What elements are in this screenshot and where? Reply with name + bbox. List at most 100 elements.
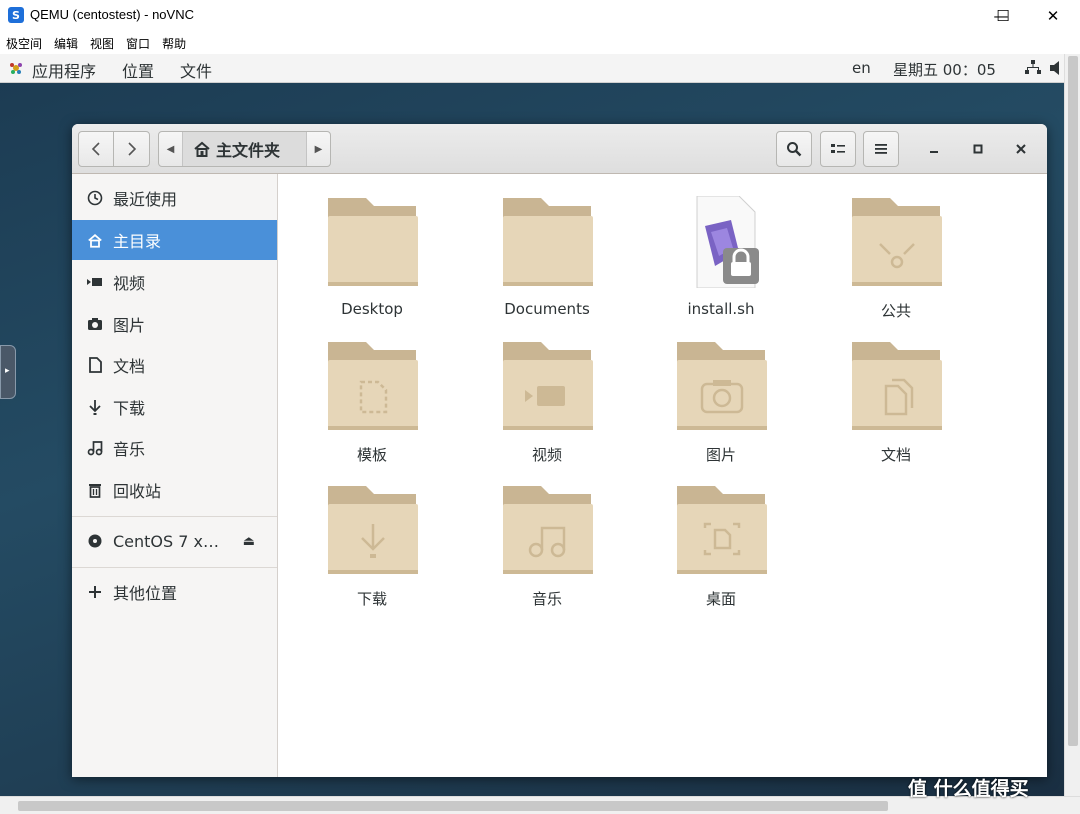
file-item-public[interactable]: 公共 [836,196,956,326]
input-language[interactable]: en [852,59,871,77]
path-home-button[interactable]: 主文件夹 [183,132,306,166]
sidebar-item-label: 最近使用 [113,190,178,209]
sidebar-item-trash[interactable]: 回收站 [72,470,277,510]
host-titlebar: S QEMU (centostest) - noVNC — ☐ ✕ [0,0,1080,32]
scrollbar-thumb[interactable] [1068,56,1078,746]
sidebar-item-label: 图片 [113,316,146,335]
window-close-button[interactable] [1008,136,1034,162]
plus-icon [86,583,104,601]
eject-icon[interactable]: ⏏ [243,534,255,549]
sidebar-item-home[interactable]: 主目录 [72,220,277,260]
file-item-label: Documents [504,300,590,318]
gnome-foot-icon [10,63,22,74]
file-item-desktop-cn[interactable]: 桌面 [661,484,781,614]
watermark: 值 什么值得买 [908,772,1078,802]
file-item-label: 模板 [356,446,387,464]
file-grid: Desktop Documents install.sh 公共 模板 视频 图片… [278,174,1047,777]
scrollbar-thumb[interactable] [18,801,888,811]
clock[interactable]: 星期五 00：05 [893,59,996,80]
menu-item-help[interactable]: 帮助 [162,35,186,52]
camera-icon [86,315,104,333]
volume-icon[interactable] [1050,61,1064,75]
view-toggle-button[interactable] [820,131,856,167]
menu-item-view[interactable]: 视图 [90,35,114,52]
back-button[interactable] [78,131,114,167]
folder-share-icon [852,198,942,286]
folder-template-icon [328,342,418,430]
music-icon [86,439,104,457]
window-maximize-button[interactable] [965,136,991,162]
file-item-label: 视频 [531,446,562,464]
sidebar-item-label: 下载 [113,399,146,418]
window-minimize-button[interactable] [921,136,947,162]
sidebar-item-other-locations[interactable]: 其他位置 [72,572,277,612]
headerbar: ◀ 主文件夹 ▶ [72,124,1047,174]
places-sidebar: 最近使用 主目录 视频 图片 文档 下载 音乐 回收站 CentOS 7 x… … [72,174,278,777]
disc-icon [86,532,104,550]
forward-button[interactable] [113,131,150,167]
file-item-desktop[interactable]: Desktop [312,196,432,326]
search-button[interactable] [776,131,812,167]
file-item-label: Desktop [341,300,403,318]
path-label: 主文件夹 [216,141,281,160]
file-item-label: install.sh [687,300,755,318]
folder-icon [503,198,593,286]
file-item-documents[interactable]: Documents [487,196,607,326]
search-icon [787,142,802,157]
file-item-videos[interactable]: 视频 [487,340,607,470]
sidebar-item-recent[interactable]: 最近使用 [72,178,277,218]
folder-video-icon [503,342,593,430]
file-item-downloads[interactable]: 下载 [312,484,432,614]
chevron-right-icon [127,142,136,156]
sidebar-item-music[interactable]: 音乐 [72,428,277,468]
file-item-pictures[interactable]: 图片 [661,340,781,470]
file-item-templates[interactable]: 模板 [312,340,432,470]
sidebar-item-label: 其他位置 [113,584,178,603]
download-icon [86,398,104,416]
clock-icon [86,189,104,207]
network-icon[interactable] [1024,60,1042,76]
menu-item-window[interactable]: 窗口 [126,35,150,52]
places-menu[interactable]: 位置 [122,58,154,82]
app-icon: S [8,7,24,23]
menu-button[interactable] [863,131,899,167]
file-item-label: 图片 [705,446,736,464]
nautilus-window: ◀ 主文件夹 ▶ 最近使用 主目录 视频 图片 文档 下载 音乐 回收站 Cen… [72,124,1047,777]
novnc-control-handle[interactable]: ▸ [0,345,16,399]
sidebar-item-label: 回收站 [113,482,162,501]
folder-docs-icon [852,342,942,430]
path-bar: ◀ 主文件夹 ▶ [158,131,331,167]
file-item-docs[interactable]: 文档 [836,340,956,470]
hamburger-icon [875,144,887,154]
path-scroll-left[interactable]: ◀ [159,132,183,166]
close-button[interactable]: ✕ [1030,0,1076,32]
applications-menu[interactable]: 应用程序 [32,58,96,82]
home-icon [86,231,104,249]
menu-item-1[interactable]: 极空间 [6,35,42,52]
sidebar-item-device[interactable]: CentOS 7 x… ⏏ [72,521,277,561]
gnome-top-bar: 应用程序 位置 文件 en 星期五 00：05 [0,54,1064,83]
file-item-install-sh[interactable]: install.sh [661,196,781,326]
sidebar-item-downloads[interactable]: 下载 [72,387,277,427]
list-view-icon [831,144,845,153]
maximize-button[interactable]: ☐ [980,0,1026,32]
file-item-music[interactable]: 音乐 [487,484,607,614]
sidebar-item-documents[interactable]: 文档 [72,345,277,385]
path-scroll-right[interactable]: ▶ [306,132,330,166]
sidebar-item-pictures[interactable]: 图片 [72,304,277,344]
chevron-left-icon [91,142,100,156]
menu-item-edit[interactable]: 编辑 [54,35,78,52]
sidebar-item-label: 文档 [113,357,146,376]
file-item-label: 公共 [880,302,911,320]
vertical-scrollbar[interactable] [1064,54,1080,796]
folder-desktop-icon [677,486,767,574]
close-icon [1016,144,1026,154]
file-item-label: 文档 [880,446,911,464]
vnc-canvas[interactable]: 应用程序 位置 文件 en 星期五 00：05 ◀ 主文件夹 ▶ 最近使用 主目… [0,54,1064,796]
sidebar-item-videos[interactable]: 视频 [72,262,277,302]
files-menu[interactable]: 文件 [180,58,212,82]
file-item-label: 桌面 [705,590,736,608]
document-icon [86,356,104,374]
sidebar-item-label: CentOS 7 x… [113,531,219,551]
window-title: QEMU (centostest) - noVNC [30,7,194,22]
